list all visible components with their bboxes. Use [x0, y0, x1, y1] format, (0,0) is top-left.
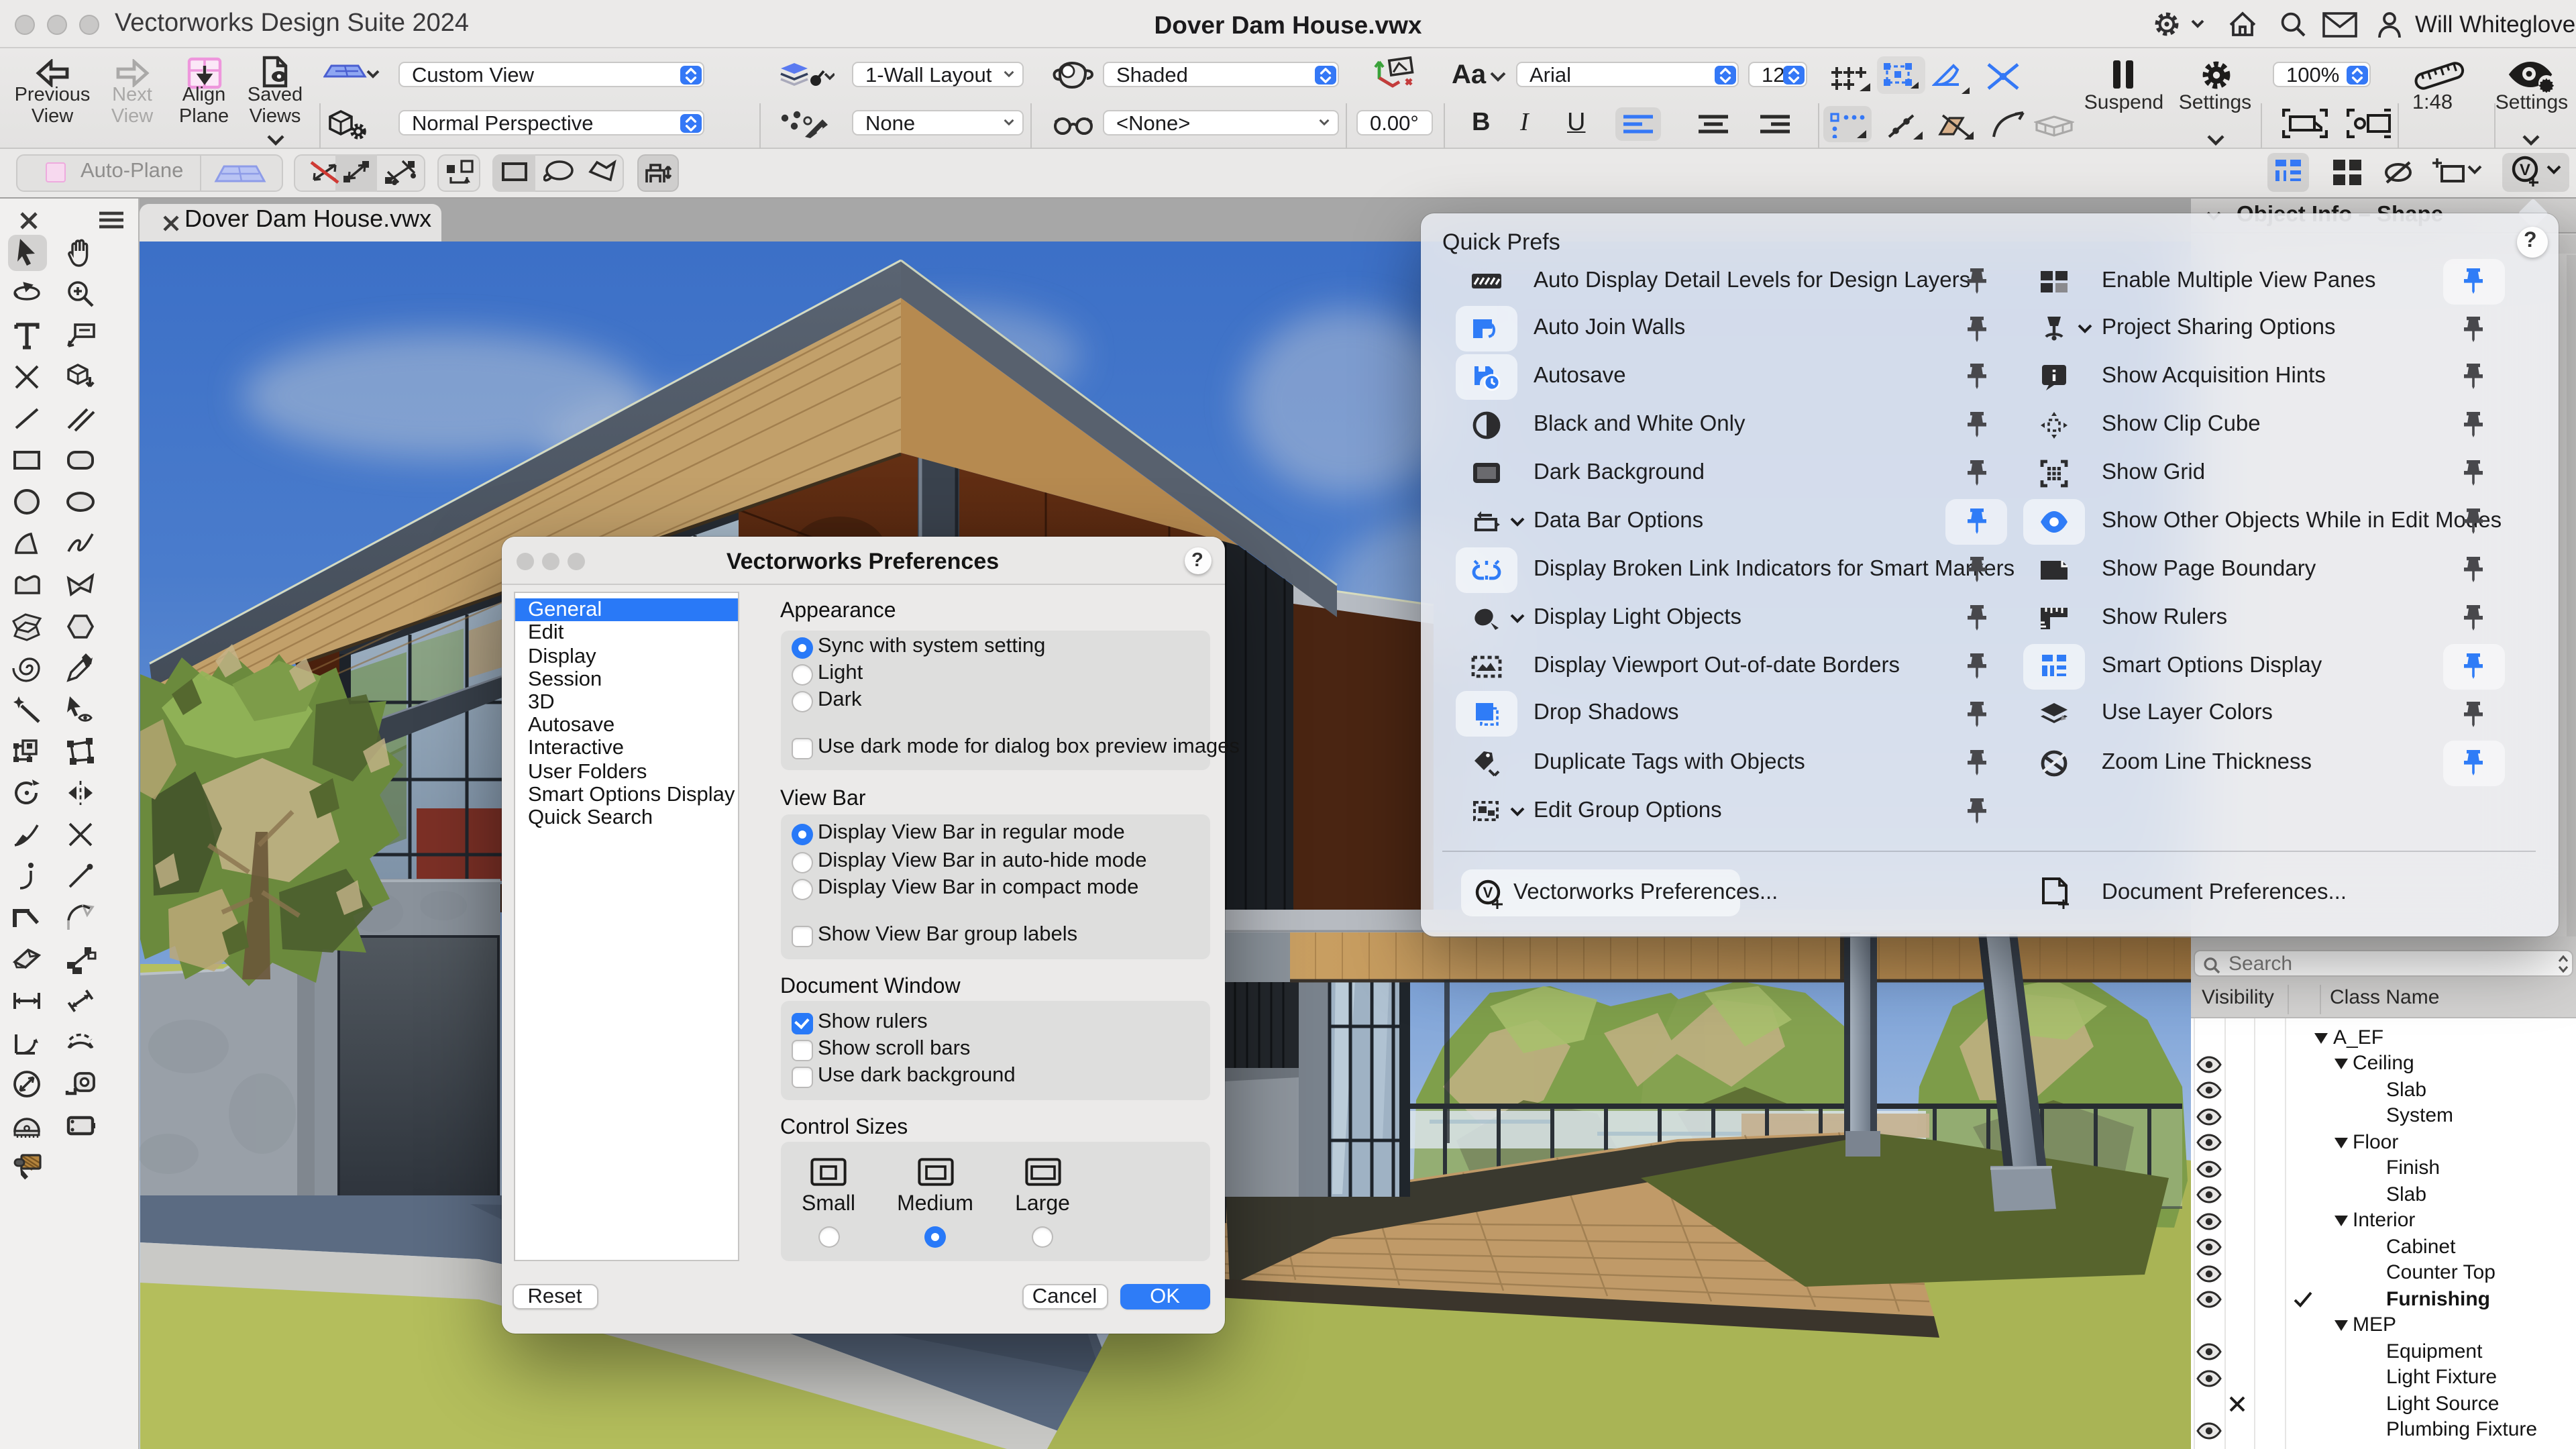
svg-text:V: V [1483, 883, 1493, 900]
svg-text:V: V [2520, 161, 2530, 179]
